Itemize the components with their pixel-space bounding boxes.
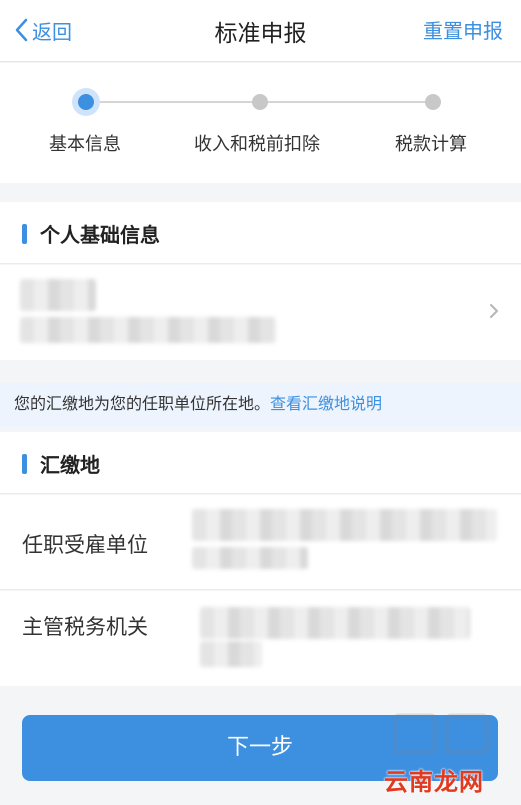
watermark-text: 云南龙网 [384,768,484,796]
tax-office-row[interactable]: 主管税务机关 [0,591,521,686]
step-label-income: 收入和税前扣除 [194,134,320,155]
avatar [20,279,96,311]
personal-info-row[interactable] [0,265,521,360]
filing-location-notice: 您的汇缴地为您的任职单位所在地。查看汇缴地说明 [0,383,521,427]
step-progress: 基本信息 收入和税前扣除 税款计算 [0,63,521,183]
nav-bar: 返回 标准申报 重置申报 [0,0,521,62]
redacted-tax-office [200,607,470,639]
filing-location-header: 汇缴地 [0,432,521,494]
step-dot-active [72,88,100,116]
filing-location-heading: 汇缴地 [40,453,100,477]
section-accent-bar [22,454,27,474]
section-accent-bar [22,224,27,244]
step-dot [252,94,268,110]
personal-info-header: 个人基础信息 [0,202,521,264]
personal-info-heading: 个人基础信息 [40,223,160,247]
step-label-basic-info: 基本信息 [49,134,121,155]
step-label-tax-calc: 税款计算 [395,134,467,155]
step-dot [425,94,441,110]
chevron-right-icon [490,304,498,318]
view-location-explanation-link[interactable]: 查看汇缴地说明 [270,394,382,413]
step-connector [268,101,426,103]
redacted-info [20,317,276,343]
redacted-employer [192,547,308,569]
employer-row[interactable]: 任职受雇单位 [0,495,521,590]
tax-office-label: 主管税务机关 [22,615,148,639]
employer-label: 任职受雇单位 [22,533,148,557]
reset-filing-button[interactable]: 重置申报 [423,15,503,44]
watermark-logo-icon [392,713,490,755]
redacted-employer [192,509,497,541]
step-connector [100,101,252,103]
redacted-tax-office [200,641,262,667]
notice-text: 您的汇缴地为您的任职单位所在地。 [14,394,271,413]
